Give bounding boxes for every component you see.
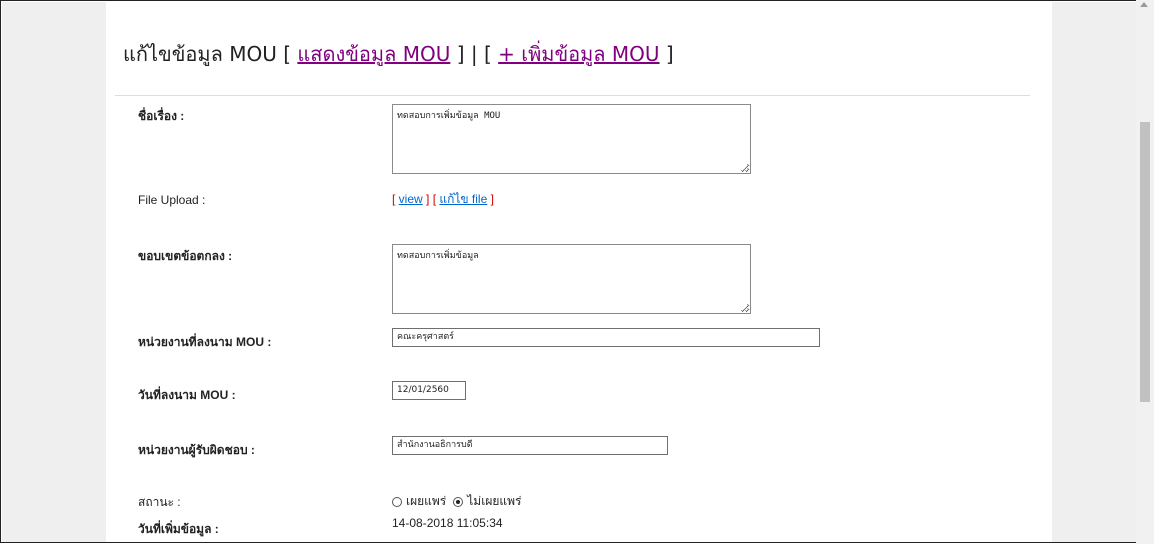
file-upload-label: File Upload : — [138, 193, 206, 207]
vertical-scrollbar[interactable] — [1136, 0, 1154, 544]
scroll-thumb[interactable] — [1140, 122, 1150, 402]
added-date-label: วันที่เพิ่มข้อมูล : — [138, 522, 219, 536]
subject-label: ชื่อเรื่อง : — [138, 109, 185, 123]
status-radio-group: เผยแพร่ ไม่เผยแพร่ — [392, 492, 528, 511]
status-radio-unpublish[interactable] — [453, 496, 464, 507]
signing-date-label: วันที่ลงนาม MOU : — [138, 388, 236, 402]
right-margin — [1052, 2, 1137, 542]
scope-label: ขอบเขตข้อตกลง : — [138, 249, 233, 263]
edit-file-link[interactable]: แก้ไข file — [439, 192, 487, 206]
view-file-link[interactable]: view — [399, 192, 423, 206]
responsible-unit-input[interactable]: สำนักงานอธิการบดี — [392, 436, 668, 455]
title-separator: ] | [ — [450, 42, 499, 66]
status-option-unpublish: ไม่เผยแพร่ — [467, 494, 522, 508]
added-date-value: 14-08-2018 11:05:34 — [392, 516, 503, 530]
page-title: แก้ไขข้อมูล MOU [ แสดงข้อมูล MOU ] | [ +… — [123, 38, 674, 70]
title-prefix: แก้ไขข้อมูล MOU [ — [123, 42, 298, 66]
signing-unit-label: หน่วยงานที่ลงนาม MOU : — [138, 335, 272, 349]
file-open-bracket: [ — [392, 192, 399, 206]
signing-unit-input[interactable]: คณะครุศาสตร์ — [392, 328, 820, 347]
resize-grip-icon[interactable] — [741, 304, 748, 311]
status-radio-publish[interactable] — [392, 496, 402, 507]
show-mou-link[interactable]: แสดงข้อมูล MOU — [297, 42, 450, 66]
title-suffix: ] — [659, 42, 674, 66]
scope-value: ทดสอบการเพิ่มข้อมูล — [397, 251, 479, 261]
subject-value: ทดสอบการเพิ่มข้อมูล MOU — [397, 111, 501, 121]
file-link-separator: ] [ — [422, 192, 440, 206]
scroll-up-arrow-icon[interactable] — [1140, 2, 1148, 7]
resize-grip-icon[interactable] — [741, 164, 748, 171]
signing-date-input[interactable]: 12/01/2560 — [392, 381, 466, 400]
header-divider — [115, 95, 1030, 96]
subject-textarea[interactable]: ทดสอบการเพิ่มข้อมูล MOU — [392, 104, 751, 174]
status-label: สถานะ : — [138, 495, 181, 509]
left-margin — [2, 2, 106, 542]
status-option-publish: เผยแพร่ — [406, 494, 447, 508]
file-upload-links: [ view ] [ แก้ไข file ] — [392, 190, 494, 209]
responsible-unit-label: หน่วยงานผู้รับผิดชอบ : — [138, 443, 255, 457]
file-close-bracket: ] — [487, 192, 494, 206]
scope-textarea[interactable]: ทดสอบการเพิ่มข้อมูล — [392, 244, 751, 314]
add-mou-link[interactable]: + เพิ่มข้อมูล MOU — [498, 42, 659, 66]
